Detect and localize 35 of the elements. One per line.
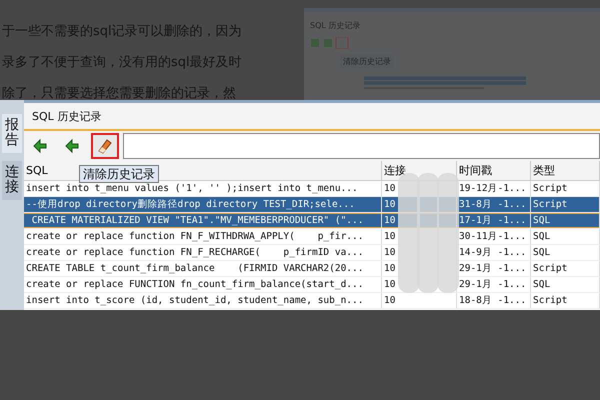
table-cell: 17-1月 -1... <box>457 213 531 229</box>
table-cell: 10 <box>382 293 457 309</box>
table-cell: 29-1月 -1... <box>457 277 531 293</box>
panel-title: SQL 历史记录 <box>32 108 102 124</box>
table-cell: CREATE TABLE t_count_firm_balance (FIRMID VARCHAR2(20... <box>24 261 382 277</box>
table-cell: 14-9月 -1... <box>457 245 531 261</box>
table-cell: Script <box>531 261 600 277</box>
side-tab[interactable]: 报告 <box>2 114 22 153</box>
table-cell: 18-8月 -1... <box>457 293 531 309</box>
table-cell: insert into t_menu values ('1', '' );insert into t_menu... <box>24 181 382 197</box>
thumbnail-tooltip: 清除历史记录 <box>340 55 394 68</box>
table-cell: SQL <box>531 213 600 229</box>
table-cell: Script <box>531 293 600 309</box>
table-cell: 30-11月-1... <box>457 229 531 245</box>
table-cell: insert into t_score (id, student_id, student_name, sub_n... <box>24 293 382 309</box>
table-cell: --使用drop directory删除路径drop directory TEST_DIR;sele... <box>24 197 382 213</box>
table-cell: 29-1月 -1... <box>457 261 531 277</box>
column-header[interactable]: 时间戳 <box>457 161 531 181</box>
table-cell: 19-12月-1... <box>457 181 531 197</box>
column-header[interactable]: 类型 <box>531 161 600 181</box>
eraser-icon <box>96 137 114 155</box>
table-cell: create or replace function FN_F_RECHARGE( p_firmID va... <box>24 245 382 261</box>
table-cell: 31-8月 -1... <box>457 197 531 213</box>
filter-field[interactable] <box>123 133 600 159</box>
table-cell: Script <box>531 197 600 213</box>
table-cell: create or replace FUNCTION fn_count_firm_balance(start_d... <box>24 277 382 293</box>
side-tab[interactable]: 连接 <box>2 160 22 200</box>
table-cell: CREATE MATERIALIZED VIEW "TEA1"."MV_MEMEBERPRODUCER" ("... <box>24 213 382 229</box>
table-cell: create or replace function FN_F_WITHDRWA_APPLY( p_fir... <box>24 229 382 245</box>
clear-history-tooltip: 清除历史记录 <box>79 165 159 183</box>
table-cell: SQL <box>531 245 600 261</box>
table-cell: SQL <box>531 277 600 293</box>
clear-history-button[interactable] <box>91 133 119 159</box>
table-cell: SQL <box>531 229 600 245</box>
table-cell: Script <box>531 181 600 197</box>
